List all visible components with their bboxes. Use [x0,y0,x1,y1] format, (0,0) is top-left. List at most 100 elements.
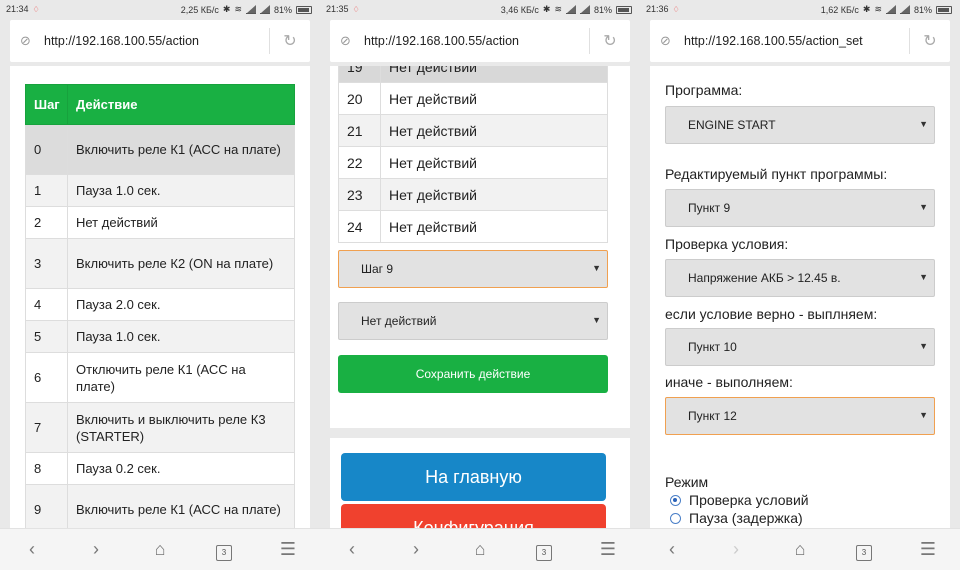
status-bar: 21:35 ♢ 3,46 КБ/с ✱ ≋ 81% [320,0,640,18]
mode-radio-pause[interactable]: Пауза (задержка) [670,510,803,526]
home-icon[interactable]: ⌂ [780,539,820,560]
check-label: Проверка условия: [665,236,789,252]
dropdown-arrow-icon: ▼ [592,315,601,325]
table-row[interactable]: 20 Нет действий [338,82,608,115]
home-button[interactable]: На главную [341,453,606,501]
screen-1: 21:34 ♢ 2,25 КБ/с ✱ ≋ 81% ⊘ http://192.16… [0,0,320,570]
program-label: Программа: [665,82,743,98]
table-row[interactable]: 5 Пауза 1.0 сек. [25,320,295,353]
status-time: 21:35 [326,4,349,14]
action-select[interactable]: Нет действий ▼ [338,302,608,340]
screen-2: 21:35 ♢ 3,46 КБ/с ✱ ≋ 81% ⊘ http://192.16… [320,0,640,570]
steps-table: 19 Нет действий 20 Нет действий 21 Нет дейс… [338,66,608,243]
address-bar[interactable]: ⊘ http://192.168.100.55/action_set ↻ [650,20,950,62]
dropdown-arrow-icon: ▼ [919,119,928,129]
browser-nav-bar: ‹ › ⌂ 3 ☰ [0,528,320,570]
forward-icon[interactable]: › [716,539,756,560]
item-label: Редактируемый пункт программы: [665,166,888,182]
url-text[interactable]: http://192.168.100.55/action [364,34,589,48]
table-row[interactable]: 7 Включить и выключить реле К3 (STARTER) [25,402,295,453]
true-branch-select[interactable]: Пункт 10 ▼ [665,328,935,366]
forward-icon[interactable]: › [396,539,436,560]
tabs-icon[interactable]: 3 [216,544,232,561]
dropdown-arrow-icon: ▼ [919,341,928,351]
col-step: Шаг [25,84,68,125]
signal-icon [245,4,256,14]
network-speed: 1,62 КБ/с [820,4,859,15]
wifi-icon: ≋ [234,4,242,14]
else-branch-select[interactable]: Пункт 12 ▼ [665,397,935,435]
browser-nav-bar: ‹ › ⌂ 3 ☰ [640,528,960,570]
battery-icon [616,5,632,14]
true-branch-label: если условие верно - выплняем: [665,306,878,322]
wifi-icon: ≋ [874,4,882,14]
table-row[interactable]: 3 Включить реле К2 (ON на плате) [25,238,295,289]
url-text[interactable]: http://192.168.100.55/action_set [684,34,909,48]
save-action-button[interactable]: Сохранить действие [338,355,608,393]
table-row[interactable]: 23 Нет действий [338,178,608,211]
url-text[interactable]: http://192.168.100.55/action [44,34,269,48]
table-row[interactable]: 2 Нет действий [25,206,295,239]
back-icon[interactable]: ‹ [332,539,372,560]
page-content: Программа: ENGINE START ▼ Редактируемый … [650,66,950,528]
table-row[interactable]: 22 Нет действий [338,146,608,179]
table-row[interactable]: 19 Нет действий [338,66,608,83]
table-row[interactable]: 0 Включить реле К1 (АСС на плате) [25,124,295,175]
menu-icon[interactable]: ☰ [588,539,628,560]
reload-icon[interactable]: ↻ [590,31,630,51]
check-select[interactable]: Напряжение АКБ > 12.45 в. ▼ [665,259,935,297]
browser-nav-bar: ‹ › ⌂ 3 ☰ [320,528,640,570]
globe-icon: ⊘ [20,33,31,48]
dropdown-arrow-icon: ▼ [919,202,928,212]
bluetooth-icon: ✱ [862,4,871,14]
table-row[interactable]: 24 Нет действий [338,210,608,243]
tabs-icon[interactable]: 3 [536,544,552,561]
signal-icon-2 [899,4,910,14]
config-button[interactable]: Конфигурация [341,504,606,528]
page-content: 19 Нет действий 20 Нет действий 21 Нет дейс… [330,66,630,528]
status-bar: 21:36 ♢ 1,62 КБ/с ✱ ≋ 81% [640,0,960,18]
dropdown-arrow-icon: ▼ [919,410,928,420]
battery-level: 81% [593,4,612,15]
status-time: 21:34 [6,4,29,14]
home-icon[interactable]: ⌂ [460,539,500,560]
signal-icon-2 [259,4,270,14]
table-row[interactable]: 21 Нет действий [338,114,608,147]
menu-icon[interactable]: ☰ [908,539,948,560]
battery-icon [936,5,952,14]
notification-icon: ♢ [352,5,360,14]
radio-selected-icon [670,494,681,506]
screen-3: 21:36 ♢ 1,62 КБ/с ✱ ≋ 81% ⊘ http://192.16… [640,0,960,570]
table-row[interactable]: 6 Отключить реле К1 (АСС на плате) [25,352,295,403]
signal-icon [885,4,896,14]
status-time: 21:36 [646,4,669,14]
menu-icon[interactable]: ☰ [268,539,308,560]
table-row[interactable]: 1 Пауза 1.0 сек. [25,174,295,207]
status-bar: 21:34 ♢ 2,25 КБ/с ✱ ≋ 81% [0,0,320,18]
table-row[interactable]: 4 Пауза 2.0 сек. [25,288,295,321]
program-select[interactable]: ENGINE START ▼ [665,106,935,144]
step-select[interactable]: Шаг 9 ▼ [338,250,608,288]
network-speed: 2,25 КБ/с [180,4,219,15]
mode-radio-check[interactable]: Проверка условий [670,492,809,508]
battery-level: 81% [913,4,932,15]
back-icon[interactable]: ‹ [12,539,52,560]
bluetooth-icon: ✱ [222,4,231,14]
reload-icon[interactable]: ↻ [910,31,950,51]
bluetooth-icon: ✱ [542,4,551,14]
page-content: Шаг Действие 0 Включить реле К1 (АСС на п… [10,66,310,528]
table-row[interactable]: 9 Включить реле К1 (АСС на плате) [25,484,295,528]
dropdown-arrow-icon: ▼ [919,272,928,282]
home-icon[interactable]: ⌂ [140,539,180,560]
back-icon[interactable]: ‹ [652,539,692,560]
col-action: Действие [67,84,295,125]
mode-label: Режим [665,474,709,490]
address-bar[interactable]: ⊘ http://192.168.100.55/action ↻ [330,20,630,62]
table-row[interactable]: 8 Пауза 0.2 сек. [25,452,295,485]
forward-icon[interactable]: › [76,539,116,560]
tabs-icon[interactable]: 3 [856,544,872,561]
reload-icon[interactable]: ↻ [270,31,310,51]
wifi-icon: ≋ [554,4,562,14]
item-select[interactable]: Пункт 9 ▼ [665,189,935,227]
address-bar[interactable]: ⊘ http://192.168.100.55/action ↻ [10,20,310,62]
